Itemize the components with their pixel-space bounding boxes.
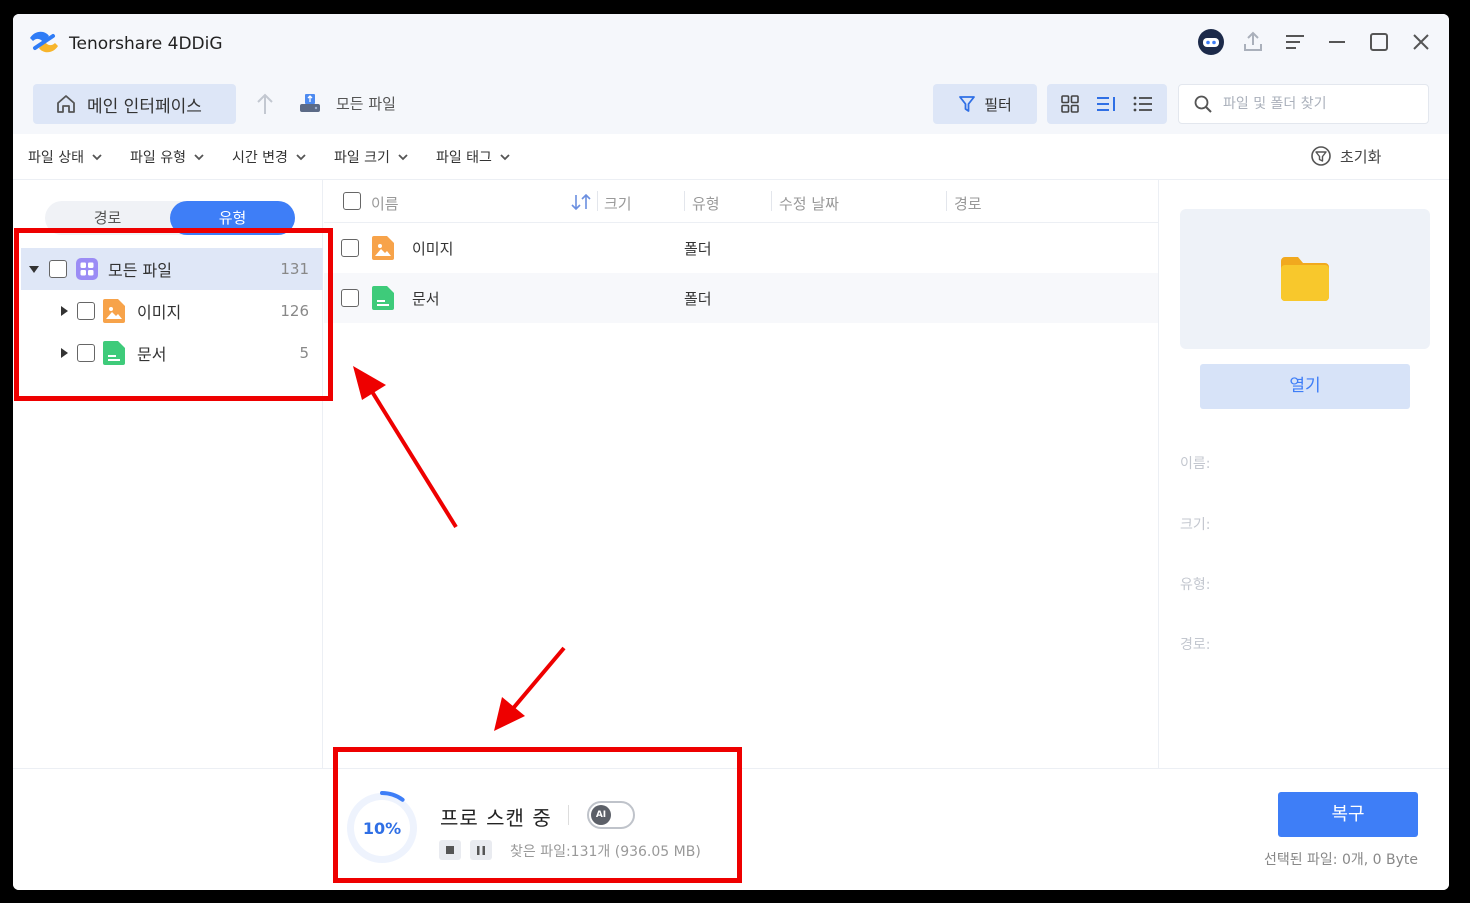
select-all-checkbox[interactable] (343, 192, 361, 210)
search-icon (1194, 95, 1212, 113)
preview-area (1180, 209, 1430, 349)
title-bar: Tenorshare 4DDiG (13, 14, 1449, 72)
search-input[interactable] (1223, 96, 1413, 112)
chevron-down-icon (296, 153, 306, 160)
recover-button[interactable]: 복구 (1278, 792, 1418, 837)
filter-button-label: 필터 (984, 95, 1012, 114)
table-row[interactable]: 문서 폴더 (324, 273, 1158, 323)
detail-name-label: 이름: (1180, 456, 1211, 472)
document-file-icon (372, 286, 394, 310)
column-divider (771, 191, 772, 211)
table-header: 이름 크기 유형 수정 날짜 경로 (324, 180, 1158, 223)
row-type: 폴더 (684, 290, 712, 308)
column-header-type[interactable]: 유형 (692, 193, 720, 214)
chevron-down-icon (92, 153, 102, 160)
share-icon[interactable] (1239, 28, 1267, 56)
folder-icon (1281, 257, 1329, 301)
filter-label: 파일 유형 (129, 150, 186, 166)
filter-file-status-dropdown[interactable]: 파일 상태 (28, 147, 102, 167)
filter-label: 파일 크기 (333, 150, 390, 166)
toolbar: 메인 인터페이스 모든 파일 필터 (13, 72, 1449, 134)
filter-modified-time-dropdown[interactable]: 시간 변경 (232, 147, 306, 167)
reset-label: 초기화 (1340, 147, 1382, 166)
row-checkbox[interactable] (341, 239, 359, 257)
column-header-name[interactable]: 이름 (371, 193, 399, 214)
annotation-box-scan (333, 747, 742, 883)
search-box (1178, 84, 1429, 124)
home-icon (57, 95, 75, 113)
reset-button[interactable]: 초기화 (1310, 145, 1381, 167)
filter-label: 파일 상태 (28, 150, 84, 166)
filter-label: 파일 태그 (435, 150, 492, 166)
minimize-icon[interactable] (1323, 28, 1351, 56)
column-header-modified[interactable]: 수정 날짜 (779, 193, 839, 214)
column-header-size[interactable]: 크기 (604, 193, 632, 214)
detail-size-label: 크기: (1180, 517, 1211, 533)
detail-list-view-icon[interactable] (1095, 94, 1117, 114)
up-arrow-icon[interactable] (256, 92, 274, 116)
filter-file-type-dropdown[interactable]: 파일 유형 (130, 147, 204, 167)
breadcrumb-label: 모든 파일 (336, 94, 396, 113)
column-header-path[interactable]: 경로 (954, 193, 982, 214)
filter-file-size-dropdown[interactable]: 파일 크기 (334, 147, 408, 167)
filter-bar: 파일 상태 파일 유형 시간 변경 파일 크기 파일 태그 초기화 (13, 134, 1449, 180)
app-title: Tenorshare 4DDiG (69, 34, 223, 54)
menu-icon[interactable] (1281, 28, 1309, 56)
chevron-down-icon (194, 153, 204, 160)
row-name: 문서 (412, 290, 440, 308)
file-table: 이름 크기 유형 수정 날짜 경로 이미지 폴더 문서 폴더 (324, 180, 1158, 768)
home-button[interactable]: 메인 인터페이스 (33, 84, 236, 124)
column-divider (946, 191, 947, 211)
filter-file-tag-dropdown[interactable]: 파일 태그 (436, 147, 510, 167)
row-checkbox[interactable] (341, 289, 359, 307)
maximize-icon[interactable] (1365, 28, 1393, 56)
view-mode-group (1047, 84, 1167, 124)
reset-filter-icon (1311, 146, 1331, 166)
filter-label: 시간 변경 (231, 150, 288, 166)
breadcrumb[interactable]: 모든 파일 (298, 92, 396, 114)
annotation-box-tree (14, 228, 333, 401)
window-controls (1197, 26, 1435, 58)
row-name: 이미지 (412, 240, 454, 258)
close-icon[interactable] (1407, 28, 1435, 56)
chevron-down-icon (500, 153, 510, 160)
column-divider (684, 191, 685, 211)
table-row[interactable]: 이미지 폴더 (324, 223, 1158, 273)
filter-dropdowns: 파일 상태 파일 유형 시간 변경 파일 크기 파일 태그 (28, 147, 510, 167)
list-view-icon[interactable] (1132, 94, 1154, 114)
selected-files-info: 선택된 파일: 0개, 0 Byte (1263, 852, 1418, 868)
home-button-label: 메인 인터페이스 (87, 96, 202, 117)
grid-view-icon[interactable] (1060, 94, 1080, 114)
filter-icon (959, 96, 976, 112)
detail-path-label: 경로: (1180, 637, 1211, 653)
image-file-icon (372, 236, 394, 260)
assistant-bot-icon[interactable] (1197, 28, 1225, 56)
open-button[interactable]: 열기 (1200, 364, 1410, 409)
chevron-down-icon (398, 153, 408, 160)
sort-icon[interactable] (570, 194, 592, 210)
filter-button[interactable]: 필터 (933, 84, 1037, 124)
row-type: 폴더 (684, 240, 712, 258)
column-divider (597, 191, 598, 211)
drive-icon (300, 94, 320, 112)
detail-type-label: 유형: (1180, 577, 1211, 593)
details-panel: 열기 이름: 크기: 유형: 경로: (1158, 180, 1449, 768)
app-logo-icon (30, 31, 58, 53)
